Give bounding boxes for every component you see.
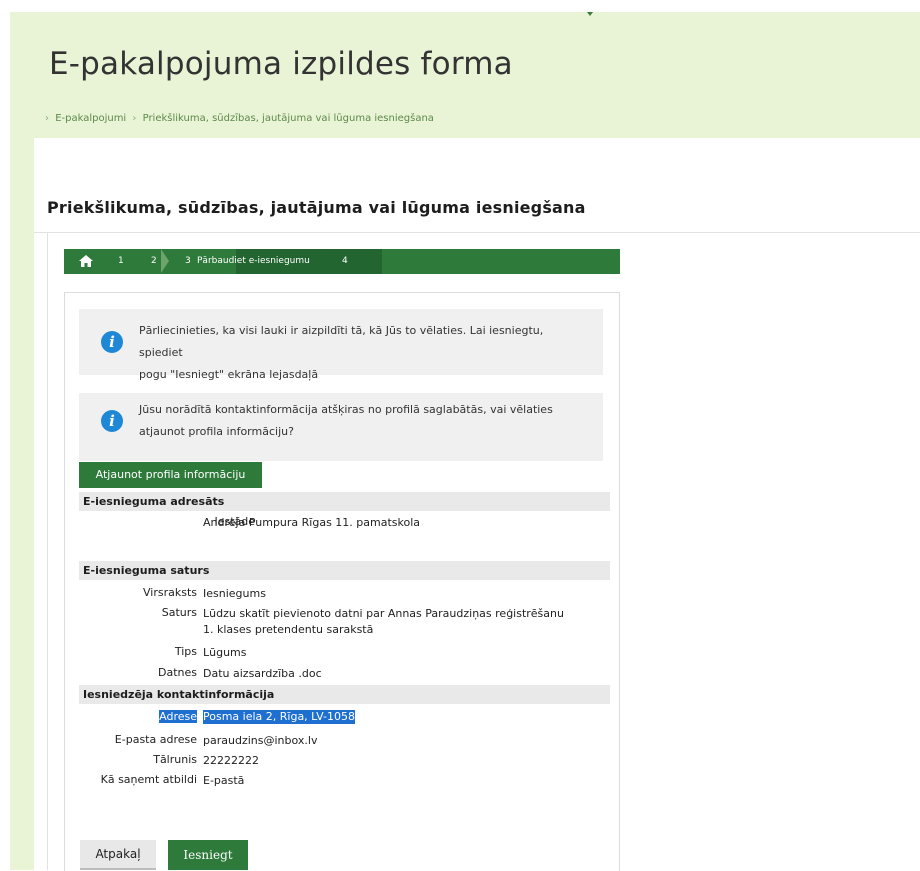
subject-value: Iesniegums — [203, 587, 266, 600]
body-value: Lūdzu skatīt pievienoto datni par Annas … — [203, 606, 564, 638]
breadcrumb-separator: › — [45, 113, 49, 124]
info-icon: i — [101, 410, 123, 432]
update-profile-button[interactable]: Atjaunot profila informāciju — [79, 462, 262, 488]
step-3-number: 3 — [185, 256, 191, 266]
step-4[interactable]: 4 — [342, 256, 348, 266]
section-title: Priekšlikuma, sūdzības, jautājuma vai lū… — [47, 198, 586, 217]
left-accent-strip — [10, 138, 34, 870]
info-message-contact: i Jūsu norādītā kontaktinformācija atšķi… — [79, 393, 603, 461]
body-value-line: 1. klases pretendentu sarakstā — [203, 623, 374, 636]
info-message-check: i Pārliecinieties, ka visi lauki ir aizp… — [79, 309, 603, 381]
address-value: Posma iela 2, Rīga, LV-1058 — [203, 710, 355, 724]
reply-method-label: Kā saņemt atbildi — [100, 773, 197, 786]
email-label: E-pasta adrese — [114, 733, 197, 746]
header-marker — [587, 12, 593, 16]
address-label: Adrese — [159, 710, 197, 723]
home-icon[interactable] — [78, 254, 94, 268]
type-value: Lūgums — [203, 646, 247, 659]
info-message-line: atjaunot profila informāciju? — [139, 425, 294, 438]
step-progress-bar: 1 2 3 Pārbaudiet e-iesniegumu 4 — [64, 249, 620, 274]
content-heading: E-iesnieguma saturs — [79, 561, 610, 580]
step-3-label: Pārbaudiet e-iesniegumu — [197, 256, 310, 266]
info-message-line: Jūsu norādītā kontaktinformācija atšķira… — [139, 403, 553, 416]
reply-method-value: E-pastā — [203, 774, 245, 787]
back-button[interactable]: Atpakaļ — [80, 840, 156, 870]
step-divider — [318, 249, 326, 273]
recipient-heading: E-iesnieguma adresāts — [79, 492, 610, 511]
email-value: paraudzins@inbox.lv — [203, 734, 318, 747]
phone-label: Tālrunis — [153, 753, 197, 766]
breadcrumb-item-e-services[interactable]: E-pakalpojumi — [55, 113, 126, 124]
body-label: Saturs — [161, 606, 197, 619]
institution-value: Andreja Pumpura Rīgas 11. pamatskola — [203, 516, 421, 529]
step-1[interactable]: 1 — [118, 256, 124, 266]
type-label: Tips — [174, 645, 197, 658]
breadcrumb-separator: › — [132, 113, 137, 124]
info-icon: i — [101, 331, 123, 353]
body-value-line: Lūdzu skatīt pievienoto datni par Annas … — [203, 607, 564, 620]
breadcrumb: › E-pakalpojumi › Priekšlikuma, sūdzības… — [42, 113, 434, 124]
contact-heading: Iesniedzēja kontaktinformācija — [79, 685, 610, 704]
subject-label: Virsraksts — [142, 586, 197, 599]
files-label: Datnes — [158, 666, 197, 679]
phone-value: 22222222 — [203, 754, 259, 767]
breadcrumb-item-current[interactable]: Priekšlikuma, sūdzības, jautājuma vai lū… — [143, 113, 434, 124]
attached-file-link[interactable]: Datu aizsardzība .doc — [203, 666, 322, 682]
submit-button[interactable]: Iesniegt — [168, 840, 248, 870]
info-message-line: pogu "Iesniegt" ekrāna lejasdaļā — [139, 368, 319, 381]
step-2[interactable]: 2 — [151, 256, 157, 266]
step-divider — [161, 249, 169, 273]
page-title: E-pakalpojuma izpildes forma — [49, 46, 513, 82]
info-message-line: Pārliecinieties, ka visi lauki ir aizpil… — [139, 324, 544, 359]
